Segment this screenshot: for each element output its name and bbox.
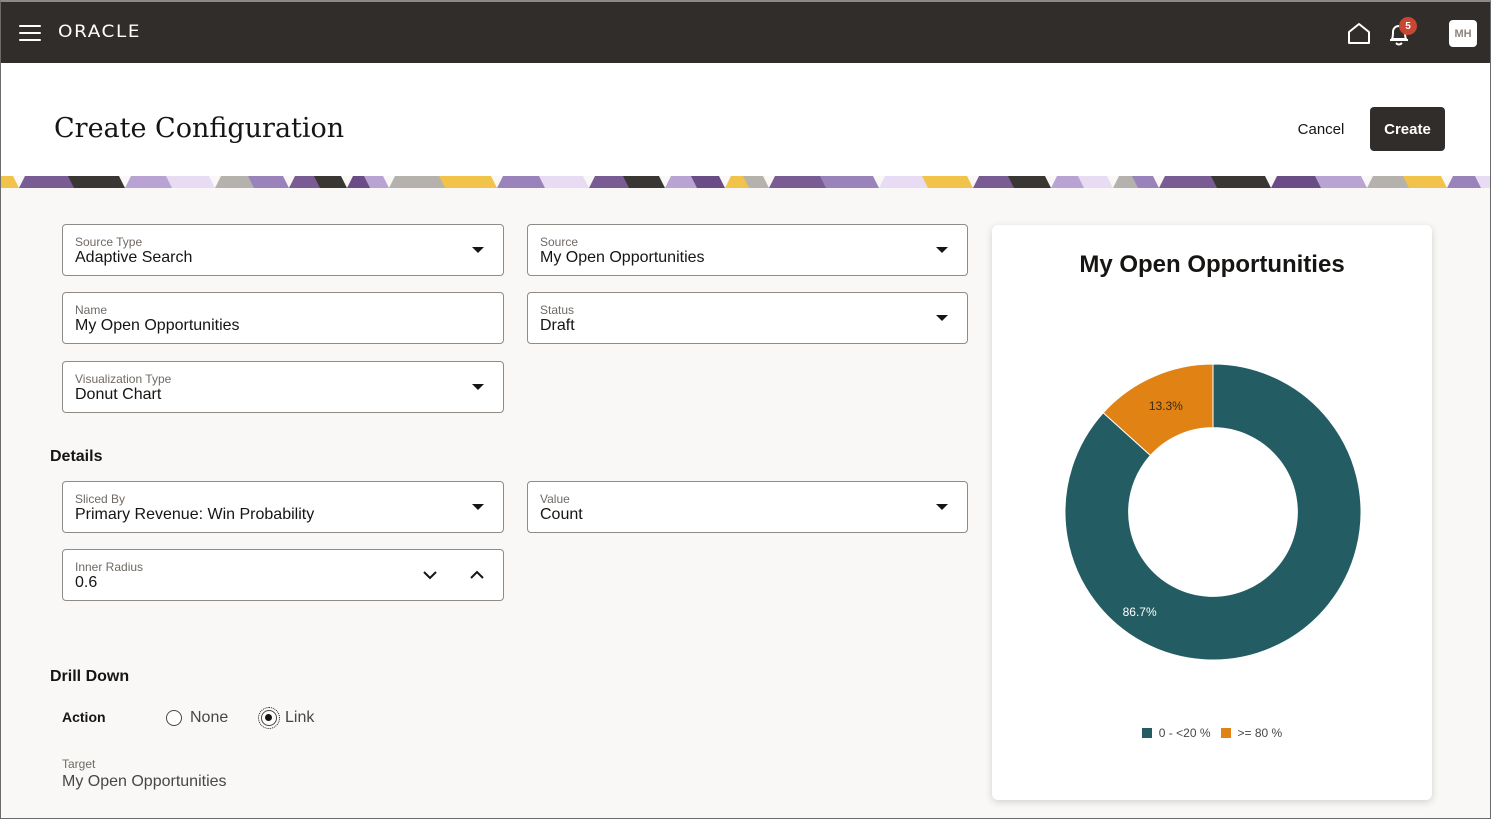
name-value: My Open Opportunities bbox=[75, 317, 240, 334]
caret-down-icon bbox=[472, 247, 484, 253]
target-label: Target bbox=[62, 757, 96, 771]
source-type-select[interactable]: Source Type Adaptive Search bbox=[62, 224, 504, 276]
cancel-button[interactable]: Cancel bbox=[1287, 107, 1355, 151]
banner-stripe bbox=[922, 176, 973, 188]
visualization-type-label: Visualization Type bbox=[75, 372, 172, 386]
increment-chevron-up-icon[interactable] bbox=[469, 568, 485, 582]
status-value: Draft bbox=[540, 317, 575, 334]
action-label: Action bbox=[62, 709, 106, 725]
status-select[interactable]: Status Draft bbox=[527, 292, 968, 344]
source-value: My Open Opportunities bbox=[540, 249, 705, 266]
banner-stripe bbox=[1315, 176, 1367, 188]
banner-stripe bbox=[166, 176, 215, 188]
target-value: My Open Opportunities bbox=[62, 773, 227, 790]
caret-down-icon bbox=[936, 247, 948, 253]
sliced-by-value: Primary Revenue: Win Probability bbox=[75, 506, 315, 523]
menu-icon[interactable] bbox=[19, 25, 41, 41]
value-value: Count bbox=[540, 506, 583, 523]
chart-legend: 0 - <20 % >= 80 % bbox=[992, 726, 1432, 740]
banner-stripe bbox=[1008, 176, 1051, 188]
banner-stripe bbox=[248, 176, 289, 188]
donut-slice-label-1: 86.7% bbox=[1123, 605, 1157, 619]
legend-item-1[interactable]: 0 - <20 % bbox=[1141, 726, 1211, 740]
home-icon[interactable] bbox=[1347, 22, 1371, 44]
decorative-banner bbox=[1, 176, 1490, 188]
radio-none-label: None bbox=[190, 709, 229, 726]
page-header: Create Configuration Cancel Create bbox=[1, 63, 1490, 176]
visualization-type-value: Donut Chart bbox=[75, 386, 162, 403]
chart-preview-card: My Open Opportunities 86.7% 13.3% 0 - <20… bbox=[992, 225, 1432, 800]
caret-down-icon bbox=[936, 504, 948, 510]
caret-down-icon bbox=[936, 315, 948, 321]
radio-link-label: Link bbox=[285, 709, 315, 726]
radio-none[interactable]: None bbox=[166, 709, 228, 727]
oracle-logo: ORACLE bbox=[58, 22, 142, 42]
banner-stripe bbox=[539, 176, 589, 188]
create-button[interactable]: Create bbox=[1370, 107, 1445, 151]
inner-radius-label: Inner Radius bbox=[75, 560, 144, 574]
legend-swatch bbox=[1220, 728, 1231, 738]
legend-label: 0 - <20 % bbox=[1158, 726, 1211, 740]
user-avatar[interactable]: MH bbox=[1449, 20, 1477, 47]
caret-down-icon bbox=[472, 504, 484, 510]
source-type-label: Source Type bbox=[75, 235, 143, 249]
drill-down-heading: Drill Down bbox=[50, 668, 130, 685]
caret-down-icon bbox=[472, 384, 484, 390]
radio-none-circle[interactable] bbox=[166, 710, 182, 726]
radio-link[interactable]: Link bbox=[258, 707, 315, 729]
banner-stripe bbox=[68, 176, 125, 188]
radio-link-circle[interactable] bbox=[258, 707, 280, 729]
source-select[interactable]: Source My Open Opportunities bbox=[527, 224, 968, 276]
banner-stripe bbox=[1, 176, 19, 188]
banner-stripe bbox=[1403, 176, 1447, 188]
sliced-by-select[interactable]: Sliced By Primary Revenue: Win Probabili… bbox=[62, 481, 504, 533]
inner-radius-value: 0.6 bbox=[75, 574, 98, 591]
donut-slice-label-2: 13.3% bbox=[1149, 399, 1183, 413]
details-heading: Details bbox=[50, 448, 103, 465]
source-label: Source bbox=[540, 235, 579, 249]
top-navigation-bar: ORACLE 5 MH bbox=[1, 2, 1490, 63]
legend-label: >= 80 % bbox=[1237, 726, 1283, 740]
legend-swatch bbox=[1141, 728, 1152, 738]
value-select[interactable]: Value Count bbox=[527, 481, 968, 533]
app-window: ORACLE 5 MH Create Configuration Cancel … bbox=[0, 0, 1491, 819]
banner-stripe bbox=[820, 176, 879, 188]
legend-item-2[interactable]: >= 80 % bbox=[1220, 726, 1283, 740]
sliced-by-label: Sliced By bbox=[75, 492, 126, 506]
banner-stripe bbox=[1211, 176, 1271, 188]
source-type-value: Adaptive Search bbox=[75, 249, 193, 266]
name-input[interactable]: Name My Open Opportunities bbox=[62, 292, 504, 344]
status-label: Status bbox=[540, 303, 575, 317]
banner-stripe bbox=[623, 176, 665, 188]
notification-badge: 5 bbox=[1399, 17, 1417, 35]
decrement-chevron-down-icon[interactable] bbox=[422, 568, 438, 582]
visualization-type-select[interactable]: Visualization Type Donut Chart bbox=[62, 361, 504, 413]
value-label: Value bbox=[540, 492, 570, 506]
page-title: Create Configuration bbox=[54, 113, 345, 144]
name-label: Name bbox=[75, 303, 108, 317]
banner-stripe bbox=[1078, 176, 1113, 188]
inner-radius-stepper[interactable]: Inner Radius 0.6 bbox=[62, 549, 504, 601]
donut-chart: 86.7% 13.3% bbox=[1064, 363, 1362, 661]
banner-stripe bbox=[439, 176, 497, 188]
